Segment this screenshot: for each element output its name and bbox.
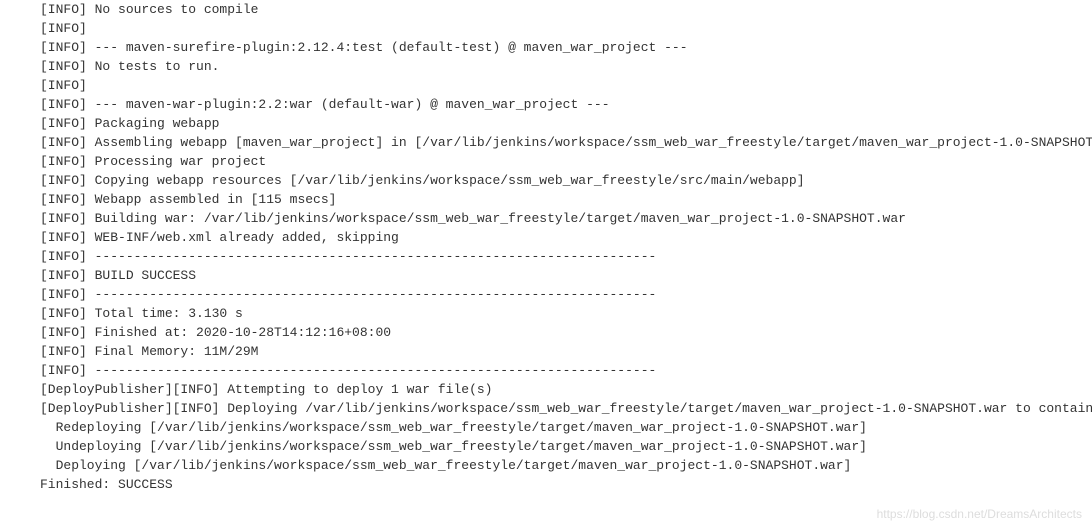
console-line: [INFO] ---------------------------------…: [40, 247, 1092, 266]
console-line: [INFO] Assembling webapp [maven_war_proj…: [40, 133, 1092, 152]
console-output: [INFO] No sources to compile[INFO][INFO]…: [0, 0, 1092, 494]
console-line: [INFO] Building war: /var/lib/jenkins/wo…: [40, 209, 1092, 228]
console-line: [INFO] Webapp assembled in [115 msecs]: [40, 190, 1092, 209]
console-line: Undeploying [/var/lib/jenkins/workspace/…: [40, 437, 1092, 456]
console-line: [INFO] ---------------------------------…: [40, 285, 1092, 304]
console-line: [INFO] No sources to compile: [40, 0, 1092, 19]
console-line: [INFO] Final Memory: 11M/29M: [40, 342, 1092, 361]
console-line: [INFO] Finished at: 2020-10-28T14:12:16+…: [40, 323, 1092, 342]
console-line: [DeployPublisher][INFO] Attempting to de…: [40, 380, 1092, 399]
console-line: [INFO] Total time: 3.130 s: [40, 304, 1092, 323]
console-line: [INFO] Copying webapp resources [/var/li…: [40, 171, 1092, 190]
console-line: [DeployPublisher][INFO] Deploying /var/l…: [40, 399, 1092, 418]
console-line: [INFO] No tests to run.: [40, 57, 1092, 76]
console-line: [INFO] ---------------------------------…: [40, 361, 1092, 380]
watermark-text: https://blog.csdn.net/DreamsArchitects: [877, 507, 1082, 521]
console-line: Redeploying [/var/lib/jenkins/workspace/…: [40, 418, 1092, 437]
console-line: [INFO] WEB-INF/web.xml already added, sk…: [40, 228, 1092, 247]
console-line: [INFO]: [40, 76, 1092, 95]
console-line: [INFO]: [40, 19, 1092, 38]
console-line: [INFO] --- maven-surefire-plugin:2.12.4:…: [40, 38, 1092, 57]
console-line: [INFO] Processing war project: [40, 152, 1092, 171]
console-line: [INFO] Packaging webapp: [40, 114, 1092, 133]
console-line: [INFO] BUILD SUCCESS: [40, 266, 1092, 285]
console-line: Finished: SUCCESS: [40, 475, 1092, 494]
console-line: [INFO] --- maven-war-plugin:2.2:war (def…: [40, 95, 1092, 114]
console-line: Deploying [/var/lib/jenkins/workspace/ss…: [40, 456, 1092, 475]
